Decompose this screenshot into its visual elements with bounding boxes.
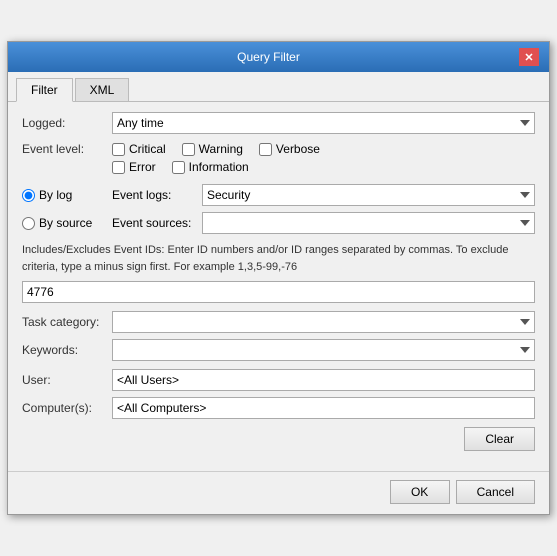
checkboxes-row2: Error Information (112, 160, 336, 174)
clear-button[interactable]: Clear (464, 427, 535, 451)
title-bar: Query Filter ✕ (8, 42, 549, 72)
by-log-radio[interactable] (22, 189, 35, 202)
error-checkbox-item[interactable]: Error (112, 160, 156, 174)
description-text: Includes/Excludes Event IDs: Enter ID nu… (22, 242, 535, 275)
event-logs-row: Event logs: Security (112, 184, 535, 206)
information-checkbox[interactable] (172, 161, 185, 174)
event-level-row: Event level: Critical Warning Verbose (22, 142, 535, 178)
user-input[interactable] (112, 369, 535, 391)
keywords-label: Keywords: (22, 343, 112, 357)
keywords-row: Keywords: (22, 339, 535, 361)
information-checkbox-item[interactable]: Information (172, 160, 249, 174)
event-sources-control (202, 212, 535, 234)
task-category-label: Task category: (22, 315, 112, 329)
tab-filter[interactable]: Filter (16, 78, 73, 102)
event-sources-row: Event sources: (112, 212, 535, 234)
close-button[interactable]: ✕ (519, 48, 539, 66)
event-logs-label: Event logs: (112, 188, 202, 202)
query-filter-dialog: Query Filter ✕ Filter XML Logged: Any ti… (7, 41, 550, 515)
by-source-radio[interactable] (22, 217, 35, 230)
event-sources-select[interactable] (202, 212, 535, 234)
task-category-control (112, 311, 535, 333)
keywords-select[interactable] (112, 339, 535, 361)
verbose-checkbox[interactable] (259, 143, 272, 156)
tab-xml[interactable]: XML (75, 78, 130, 101)
task-category-row: Task category: (22, 311, 535, 333)
by-source-section: By source Event sources: (22, 212, 535, 234)
error-checkbox[interactable] (112, 161, 125, 174)
event-logs-control: Security (202, 184, 535, 206)
event-sources-label: Event sources: (112, 216, 202, 230)
keywords-control (112, 339, 535, 361)
computer-control (112, 397, 535, 419)
warning-checkbox[interactable] (182, 143, 195, 156)
by-source-label: By source (39, 216, 92, 230)
event-logs-select[interactable]: Security (202, 184, 535, 206)
user-row: User: (22, 369, 535, 391)
clear-btn-row: Clear (22, 427, 535, 451)
by-log-label: By log (39, 188, 72, 202)
warning-label: Warning (199, 142, 243, 156)
filter-content: Logged: Any time Last hour Last 12 hours… (8, 102, 549, 467)
critical-checkbox-item[interactable]: Critical (112, 142, 166, 156)
user-control (112, 369, 535, 391)
by-source-radio-label[interactable]: By source (22, 216, 112, 230)
computer-label: Computer(s): (22, 401, 112, 415)
verbose-label: Verbose (276, 142, 320, 156)
by-log-section: By log Event logs: Security (22, 184, 535, 206)
user-label: User: (22, 373, 112, 387)
cancel-button[interactable]: Cancel (456, 480, 535, 504)
ok-button[interactable]: OK (390, 480, 450, 504)
by-log-radio-label[interactable]: By log (22, 188, 112, 202)
logged-label: Logged: (22, 116, 112, 130)
computer-row: Computer(s): (22, 397, 535, 419)
logged-select[interactable]: Any time Last hour Last 12 hours Last 24… (112, 112, 535, 134)
verbose-checkbox-item[interactable]: Verbose (259, 142, 320, 156)
warning-checkbox-item[interactable]: Warning (182, 142, 243, 156)
event-level-label: Event level: (22, 142, 112, 156)
dialog-title: Query Filter (18, 50, 519, 64)
checkboxes-row1: Critical Warning Verbose (112, 142, 336, 156)
computer-input[interactable] (112, 397, 535, 419)
error-label: Error (129, 160, 156, 174)
information-label: Information (189, 160, 249, 174)
bottom-buttons: OK Cancel (8, 471, 549, 514)
task-category-select[interactable] (112, 311, 535, 333)
event-id-input[interactable] (22, 281, 535, 303)
tab-bar: Filter XML (8, 72, 549, 102)
event-level-checkboxes: Critical Warning Verbose Error (112, 142, 336, 178)
critical-checkbox[interactable] (112, 143, 125, 156)
critical-label: Critical (129, 142, 166, 156)
logged-row: Logged: Any time Last hour Last 12 hours… (22, 112, 535, 134)
logged-control: Any time Last hour Last 12 hours Last 24… (112, 112, 535, 134)
